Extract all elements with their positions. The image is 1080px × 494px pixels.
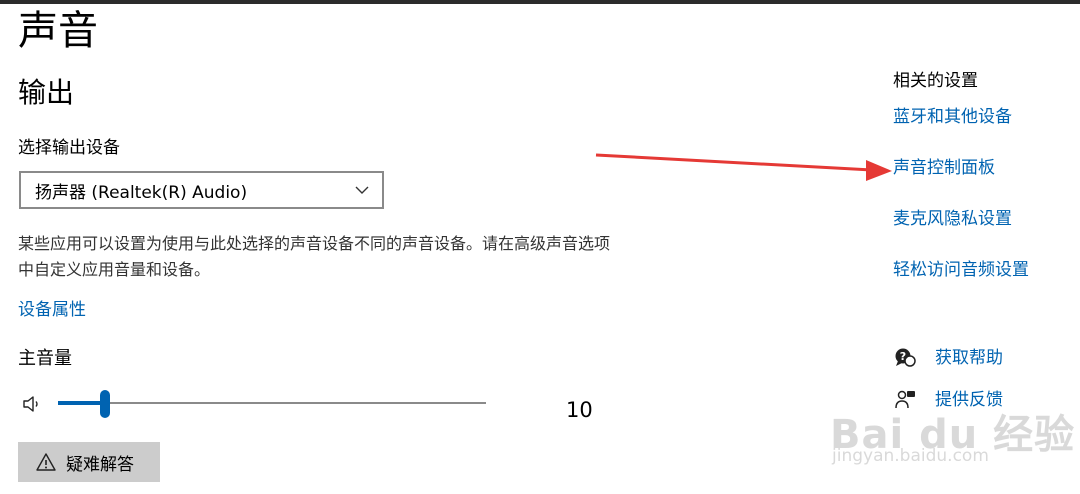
volume-value: 10 [566,398,593,422]
output-device-selected: 扬声器 (Realtek(R) Audio) [35,182,248,203]
window-top-border [0,0,1080,4]
volume-thumb[interactable] [100,390,111,418]
related-link-bluetooth[interactable]: 蓝牙和其他设备 [893,105,1012,129]
related-settings-heading: 相关的设置 [893,71,978,91]
master-volume-label: 主音量 [18,348,72,369]
output-description: 某些应用可以设置为使用与此处选择的声音设备不同的声音设备。请在高级声音选项中自定… [18,234,611,279]
get-help-link[interactable]: 获取帮助 [935,346,1003,370]
chevron-down-icon [355,186,369,194]
troubleshoot-button[interactable]: 疑难解答 [18,442,160,482]
page-title: 声音 [18,8,98,54]
output-heading: 输出 [18,76,75,109]
warning-icon [36,453,56,471]
troubleshoot-label: 疑难解答 [66,454,134,475]
related-link-sound-control-panel[interactable]: 声音控制面板 [893,156,995,180]
help-chat-icon: ? [895,348,916,367]
get-help-row[interactable]: ? 获取帮助 [893,346,1003,370]
device-properties-link[interactable]: 设备属性 [18,298,86,322]
output-device-dropdown[interactable]: 扬声器 (Realtek(R) Audio) [19,171,384,209]
speaker-icon[interactable] [22,394,42,414]
watermark-url: jingyan.baidu.com [832,446,989,466]
related-link-microphone-privacy[interactable]: 麦克风隐私设置 [893,207,1012,231]
master-volume-slider[interactable] [58,390,486,418]
volume-track [58,402,486,404]
related-link-ease-of-access-audio[interactable]: 轻松访问音频设置 [893,258,1029,282]
volume-fill [58,401,106,405]
output-device-label: 选择输出设备 [18,138,120,158]
